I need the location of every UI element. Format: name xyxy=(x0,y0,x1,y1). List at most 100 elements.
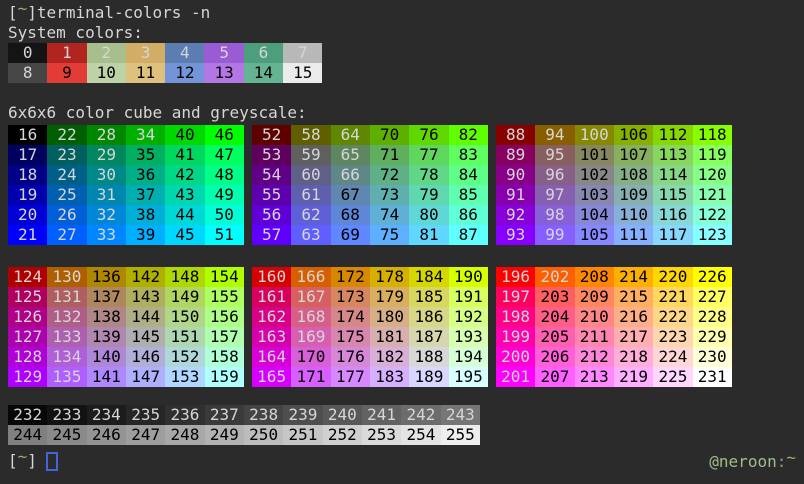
color-cell-135: 135 xyxy=(47,367,86,387)
prompt-tilde-icon: ~ xyxy=(18,0,28,19)
color-cell-160: 160 xyxy=(252,267,291,287)
color-cell-99: 99 xyxy=(535,225,574,245)
color-cell-97: 97 xyxy=(535,185,574,205)
color-cell-46: 46 xyxy=(205,125,244,145)
color-cell-72: 72 xyxy=(370,165,409,185)
color-cell-69: 69 xyxy=(331,225,370,245)
color-cell-56: 56 xyxy=(252,205,291,225)
color-cell-51: 51 xyxy=(205,225,244,245)
color-cell-191: 191 xyxy=(449,287,488,307)
color-cell-199: 199 xyxy=(496,327,535,347)
color-cell-227: 227 xyxy=(693,287,732,307)
color-cell-128: 128 xyxy=(8,347,47,367)
color-cell-232: 232 xyxy=(8,405,47,425)
color-cell-215: 215 xyxy=(614,287,653,307)
color-cell-250: 250 xyxy=(244,425,283,445)
color-cell-200: 200 xyxy=(496,347,535,367)
color-cell-238: 238 xyxy=(244,405,283,425)
color-cell-255: 255 xyxy=(441,425,480,445)
color-cell-150: 150 xyxy=(165,307,204,327)
color-cell-115: 115 xyxy=(653,185,692,205)
color-cell-78: 78 xyxy=(409,165,448,185)
color-cell-207: 207 xyxy=(535,367,574,387)
color-cell-210: 210 xyxy=(575,307,614,327)
color-cell-154: 154 xyxy=(205,267,244,287)
color-cell-38: 38 xyxy=(126,205,165,225)
color-cell-26: 26 xyxy=(47,205,86,225)
cube-row-bottom: 1241301361421481541251311371431491551261… xyxy=(8,267,796,387)
color-cell-137: 137 xyxy=(87,287,126,307)
color-cell-43: 43 xyxy=(165,185,204,205)
color-cell-68: 68 xyxy=(331,205,370,225)
color-cell-251: 251 xyxy=(283,425,322,445)
color-cell-61: 61 xyxy=(291,185,330,205)
color-cell-44: 44 xyxy=(165,205,204,225)
color-cell-74: 74 xyxy=(370,205,409,225)
username-text: @neroon xyxy=(709,452,776,471)
color-cell-123: 123 xyxy=(693,225,732,245)
color-cell-33: 33 xyxy=(87,225,126,245)
color-cell-3: 3 xyxy=(126,43,165,63)
color-cell-77: 77 xyxy=(409,145,448,165)
color-cell-178: 178 xyxy=(370,267,409,287)
color-cell-214: 214 xyxy=(614,267,653,287)
color-cell-211: 211 xyxy=(575,327,614,347)
color-cell-48: 48 xyxy=(205,165,244,185)
color-cell-21: 21 xyxy=(8,225,47,245)
color-cell-53: 53 xyxy=(252,145,291,165)
color-cell-205: 205 xyxy=(535,327,574,347)
blank-line xyxy=(8,387,796,405)
terminal-screen[interactable]: [~]terminal-colors -n System colors: 012… xyxy=(0,0,804,484)
color-cell-70: 70 xyxy=(370,125,409,145)
color-cell-87: 87 xyxy=(449,225,488,245)
color-cell-13: 13 xyxy=(204,63,243,83)
color-cell-85: 85 xyxy=(449,185,488,205)
color-cell-6: 6 xyxy=(244,43,283,63)
cube-label: 6x6x6 color cube and greyscale: xyxy=(8,103,796,123)
color-cell-132: 132 xyxy=(47,307,86,327)
color-cell-54: 54 xyxy=(252,165,291,185)
color-cell-249: 249 xyxy=(205,425,244,445)
color-cell-161: 161 xyxy=(252,287,291,307)
cube-row-top: 1622283440461723293541471824303642481925… xyxy=(8,125,796,245)
color-cell-222: 222 xyxy=(653,307,692,327)
color-cell-243: 243 xyxy=(441,405,480,425)
color-cell-190: 190 xyxy=(449,267,488,287)
color-cell-50: 50 xyxy=(205,205,244,225)
color-cell-155: 155 xyxy=(205,287,244,307)
color-cell-83: 83 xyxy=(449,145,488,165)
color-cell-133: 133 xyxy=(47,327,86,347)
color-cell-189: 189 xyxy=(409,367,448,387)
color-cell-182: 182 xyxy=(370,347,409,367)
color-cell-25: 25 xyxy=(47,185,86,205)
color-cell-187: 187 xyxy=(409,327,448,347)
color-cell-100: 100 xyxy=(575,125,614,145)
color-cell-186: 186 xyxy=(409,307,448,327)
color-cell-235: 235 xyxy=(126,405,165,425)
color-cell-35: 35 xyxy=(126,145,165,165)
color-cell-18: 18 xyxy=(8,165,47,185)
color-cell-156: 156 xyxy=(205,307,244,327)
color-cell-209: 209 xyxy=(575,287,614,307)
color-cell-66: 66 xyxy=(331,165,370,185)
system-color-row-8-15: 89101112131415 xyxy=(8,63,796,83)
color-cell-146: 146 xyxy=(126,347,165,367)
color-cell-22: 22 xyxy=(47,125,86,145)
color-cell-37: 37 xyxy=(126,185,165,205)
user-host-text: @neroon:~ xyxy=(709,452,796,471)
color-cell-220: 220 xyxy=(653,267,692,287)
color-cell-40: 40 xyxy=(165,125,204,145)
color-cell-166: 166 xyxy=(291,267,330,287)
color-cell-4: 4 xyxy=(165,43,204,63)
color-cell-143: 143 xyxy=(126,287,165,307)
color-cell-228: 228 xyxy=(693,307,732,327)
terminal-cursor[interactable] xyxy=(46,452,58,471)
greyscale-row-232-243: 232233234235236237238239240241242243 xyxy=(8,405,796,425)
color-cell-93: 93 xyxy=(496,225,535,245)
color-cell-144: 144 xyxy=(126,307,165,327)
cube-block-88-123: 8894100106112118899510110711311990961021… xyxy=(496,125,732,245)
color-cell-32: 32 xyxy=(87,205,126,225)
color-cell-202: 202 xyxy=(535,267,574,287)
color-cell-138: 138 xyxy=(87,307,126,327)
color-cell-224: 224 xyxy=(653,347,692,367)
